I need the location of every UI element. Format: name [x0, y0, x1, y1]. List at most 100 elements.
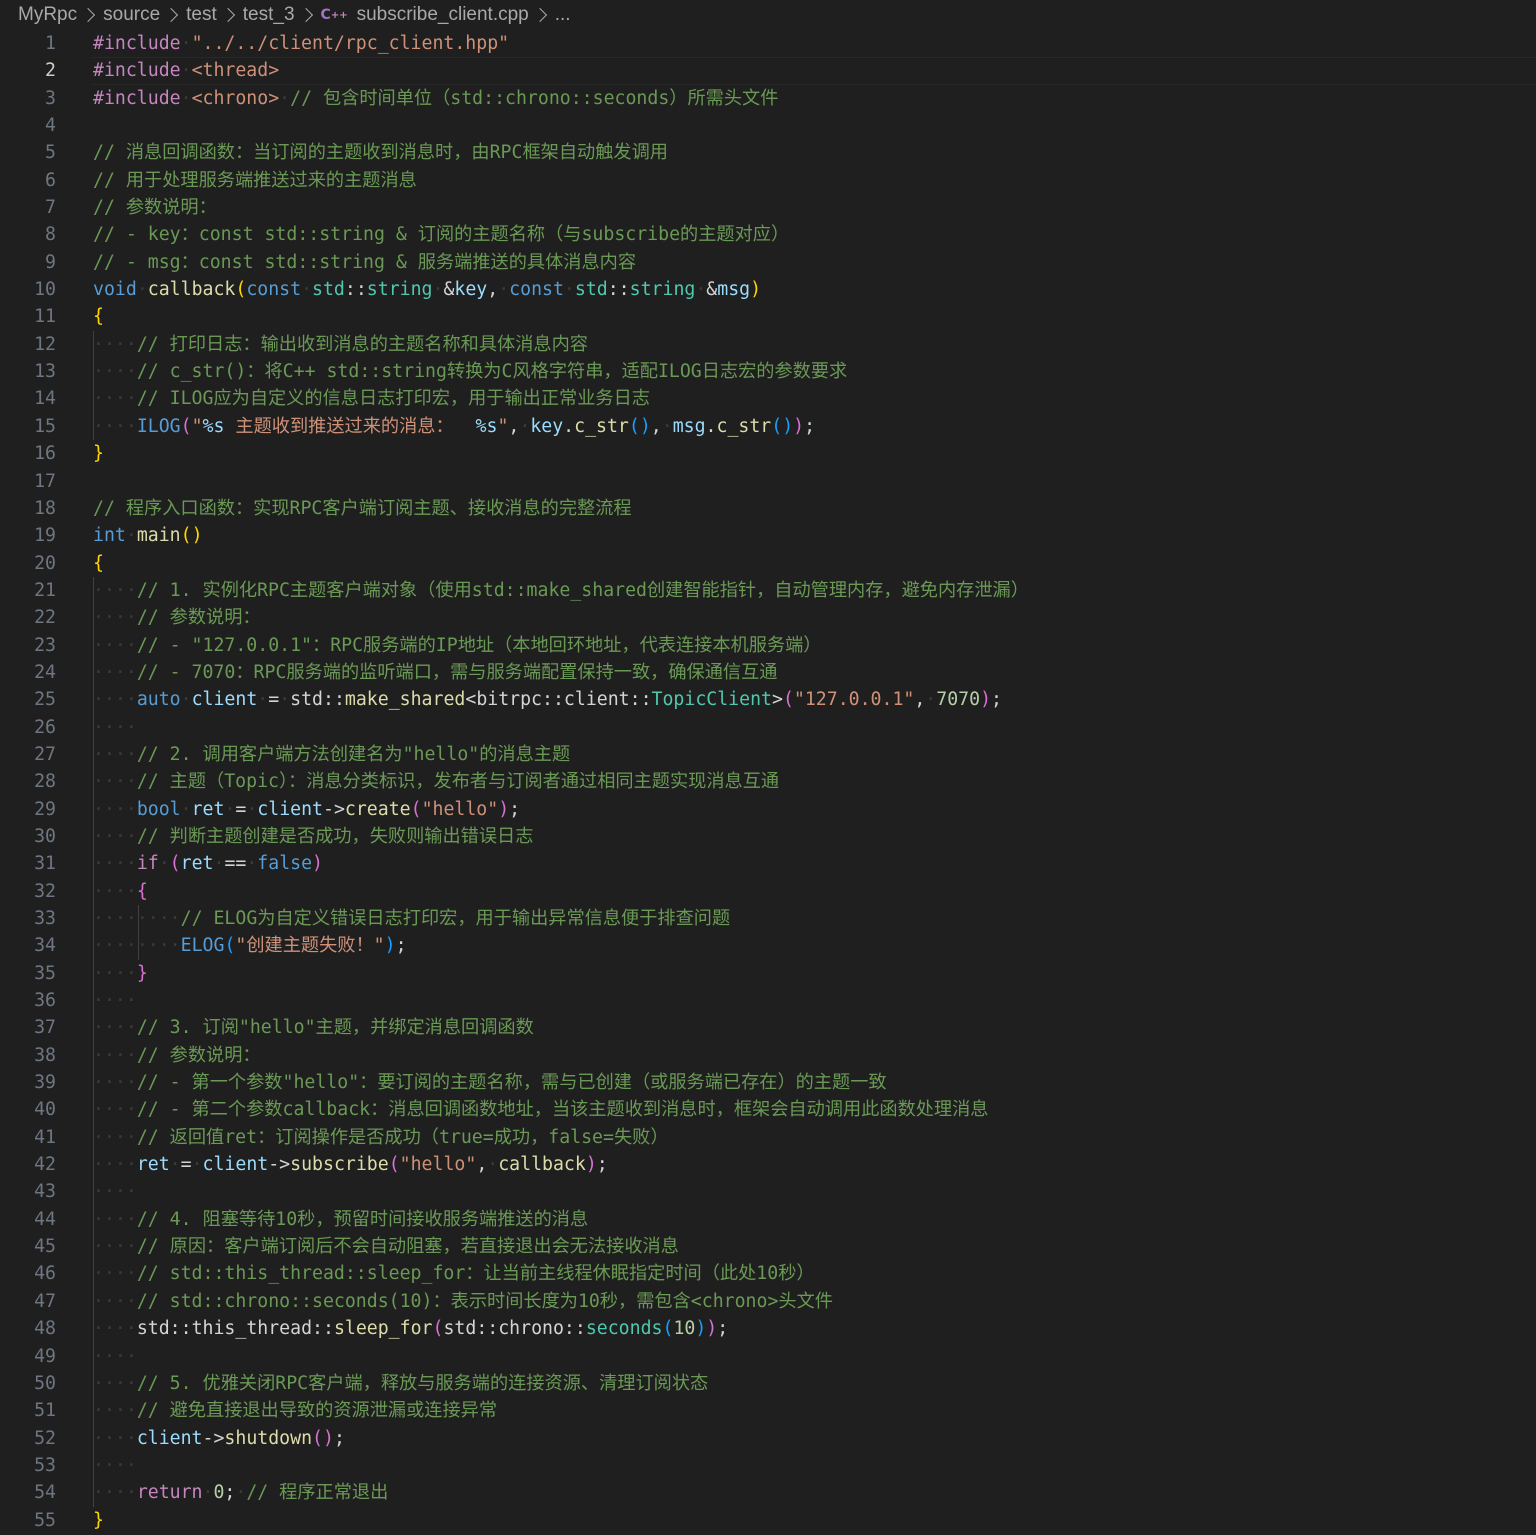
- line-number: 11: [34, 306, 56, 328]
- code-line[interactable]: 14 ····// ILOG应为自定义的信息日志打印宏，用于输出正常业务日志: [0, 385, 1536, 413]
- code-line[interactable]: 37 ····// 3. 订阅"hello"主题，并绑定消息回调函数: [0, 1014, 1536, 1042]
- breadcrumb-item-file[interactable]: subscribe_client.cpp: [357, 4, 529, 26]
- code-line[interactable]: 7 // 参数说明：: [0, 194, 1536, 221]
- code-line[interactable]: 42 ····ret·=·client->subscribe("hello",·c…: [0, 1151, 1536, 1179]
- code-line[interactable]: 6 // 用于处理服务端推送过来的主题消息: [0, 167, 1536, 194]
- code-line[interactable]: 49 ····: [0, 1342, 1536, 1370]
- code-line[interactable]: 2 #include·<thread>: [0, 57, 1536, 86]
- code-line[interactable]: 19 int·main(): [0, 522, 1536, 549]
- code-line[interactable]: 55}: [0, 1507, 1536, 1534]
- code-text: ····}: [93, 960, 148, 987]
- code-line[interactable]: 8 // - key：const std::string & 订阅的主题名称（与s…: [0, 221, 1536, 248]
- code-line[interactable]: 36 ····: [0, 987, 1536, 1015]
- breadcrumb-item-test[interactable]: test: [186, 4, 217, 26]
- token-num: 7070: [936, 689, 981, 711]
- code-line[interactable]: 9 // - msg：const std::string & 服务端推送的具体消息…: [0, 249, 1536, 276]
- code-text: int·main(): [93, 522, 203, 549]
- code-line[interactable]: 22 ····// 参数说明：: [0, 604, 1536, 632]
- code-line[interactable]: 48 ····std::this_thread::sleep_for(std::c…: [0, 1315, 1536, 1343]
- code-text: ····// 打印日志：输出收到消息的主题名称和具体消息内容: [93, 331, 588, 358]
- whitespace-dots: ····: [93, 1400, 137, 1422]
- whitespace-dots: ····: [93, 1044, 137, 1066]
- code-text: ····bool·ret·=·client->create("hello");: [93, 796, 520, 823]
- token-var: client: [202, 1154, 269, 1176]
- code-line[interactable]: 54 ····return·0;·// 程序正常退出: [0, 1479, 1536, 1507]
- code-line[interactable]: 45 ····// 原因：客户端订阅后不会自动阻塞，若直接退出会无法接收消息: [0, 1233, 1536, 1261]
- token-op: ;: [224, 1482, 236, 1504]
- line-number: 13: [34, 361, 56, 383]
- token-cmt: // 避免直接退出导致的资源泄漏或连接异常: [136, 1400, 498, 1422]
- whitespace-dots: ····: [93, 853, 137, 875]
- breadcrumb-item-test-3[interactable]: test_3: [243, 4, 295, 26]
- code-line[interactable]: 10 void·callback(const·std::string·&key,·…: [0, 276, 1536, 303]
- line-number: 23: [34, 634, 56, 656]
- code-line[interactable]: 13 ····// c_str()：将C++ std::string转换为C风格字…: [0, 358, 1536, 386]
- code-line[interactable]: 30 ····// 判断主题创建是否成功，失败则输出错误日志: [0, 822, 1536, 851]
- token-cmt: // std::this_thread::sleep_for：让当前主线程休眠指…: [136, 1263, 815, 1285]
- code-line[interactable]: 4: [0, 112, 1536, 139]
- token-txt: client: [563, 689, 630, 711]
- token-op: ->: [323, 798, 345, 820]
- token-b3: (): [628, 415, 651, 437]
- code-line[interactable]: 28 ····// 主题（Topic）：消息分类标识，发布者与订阅者通过相同主题实…: [0, 768, 1536, 796]
- code-line[interactable]: 29 ····bool·ret·=·client->create("hello")…: [0, 795, 1536, 823]
- code-line[interactable]: 20 {: [0, 550, 1536, 577]
- code-line[interactable]: 16}: [0, 440, 1536, 467]
- line-number: 36: [34, 990, 56, 1012]
- code-line[interactable]: 38 ····// 参数说明：: [0, 1041, 1536, 1070]
- code-line[interactable]: 25 ····auto·client·=·std::make_shared<bit…: [0, 686, 1536, 714]
- token-b1: }: [93, 1509, 104, 1531]
- code-line[interactable]: 50 ····// 5. 优雅关闭RPC客户端，释放与服务端的连接资源、清理订阅状…: [0, 1369, 1536, 1398]
- code-line[interactable]: 17: [0, 468, 1536, 495]
- code-line[interactable]: 35 ····}: [0, 959, 1536, 988]
- code-line[interactable]: 41 ····// 返回值ret：订阅操作是否成功（true=成功，false=失…: [0, 1123, 1536, 1152]
- code-line[interactable]: 33 ········// ELOG为自定义错误日志打印宏，用于输出异常信息便于排…: [0, 905, 1536, 933]
- code-line[interactable]: 27 ····// 2. 调用客户端方法创建名为"hello"的消息主题: [0, 740, 1536, 769]
- whitespace-dots: ····: [93, 935, 137, 957]
- token-b3: ): [384, 935, 396, 957]
- token-b1: (): [180, 525, 203, 547]
- code-line[interactable]: 31 ····if·(ret·==·false): [0, 850, 1536, 878]
- breadcrumb-item-myrpc[interactable]: MyRpc: [18, 4, 77, 26]
- code-line[interactable]: 11 {: [0, 303, 1536, 330]
- code-line[interactable]: 32 ····{: [0, 877, 1536, 905]
- whitespace-dots: ····: [93, 1482, 137, 1504]
- code-line[interactable]: 5 // 消息回调函数：当订阅的主题收到消息时，由RPC框架自动触发调用: [0, 139, 1536, 166]
- code-line[interactable]: 12 ····// 打印日志：输出收到消息的主题名称和具体消息内容: [0, 330, 1536, 359]
- token-str: ": [191, 415, 203, 437]
- line-number: 1: [45, 33, 56, 54]
- code-line[interactable]: 1 #include·"../../client/rpc_client.hpp": [0, 30, 1536, 57]
- code-text: ····client->shutdown();: [93, 1425, 345, 1452]
- code-line[interactable]: 53 ····: [0, 1451, 1536, 1480]
- code-line[interactable]: 24 ····// - 7070：RPC服务端的监听端口，需与服务端配置保持一致，…: [0, 658, 1536, 687]
- code-line[interactable]: 47 ····// std::chrono::seconds(10)：表示时间长度…: [0, 1287, 1536, 1316]
- code-line[interactable]: 46 ····// std::this_thread::sleep_for：让当前…: [0, 1260, 1536, 1288]
- code-line[interactable]: 26 ····: [0, 713, 1536, 741]
- code-line[interactable]: 39 ····// - 第一个参数"hello"：要订阅的主题名称，需与已创建（或…: [0, 1069, 1536, 1097]
- line-number: 18: [34, 497, 56, 519]
- chevron-right-icon: [532, 7, 547, 23]
- code-line[interactable]: 40 ····// - 第二个参数callback：消息回调函数地址，当该主题收到…: [0, 1096, 1536, 1124]
- code-line[interactable]: 51 ····// 避免直接退出导致的资源泄漏或连接异常: [0, 1397, 1536, 1425]
- code-line[interactable]: 15 ····ILOG("%s 主题收到推送过来的消息： %s",·key.c_s…: [0, 412, 1536, 441]
- code-line[interactable]: 44 ····// 4. 阻塞等待10秒，预留时间接收服务端推送的消息: [0, 1205, 1536, 1234]
- line-number: 27: [34, 743, 56, 765]
- token-ws: ·: [563, 279, 575, 301]
- code-editor[interactable]: 1 #include·"../../client/rpc_client.hpp" 2…: [0, 30, 1536, 1535]
- breadcrumb-more[interactable]: ...: [555, 4, 571, 26]
- line-number: 37: [34, 1017, 56, 1039]
- code-line[interactable]: 43 ····: [0, 1178, 1536, 1206]
- token-ws: ·: [213, 853, 225, 875]
- token-type: TopicClient: [651, 689, 772, 711]
- code-line[interactable]: 3 #include·<chrono>·// 包含时间单位（std::chrono…: [0, 85, 1536, 112]
- code-line[interactable]: 21 ····// 1. 实例化RPC主题客户端对象（使用std::make_sh…: [0, 576, 1536, 605]
- line-number: 38: [34, 1044, 56, 1066]
- code-text: void·callback(const·std::string·&key,·co…: [93, 276, 761, 303]
- whitespace-dots: ····: [93, 1427, 137, 1449]
- breadcrumb-item-source[interactable]: source: [103, 4, 160, 26]
- code-line[interactable]: 34 ········ELOG("创建主题失败！");: [0, 932, 1536, 960]
- code-line[interactable]: 52 ····client->shutdown();: [0, 1424, 1536, 1452]
- code-line[interactable]: 18 // 程序入口函数：实现RPC客户端订阅主题、接收消息的完整流程: [0, 495, 1536, 522]
- code-line[interactable]: 23 ····// - "127.0.0.1"：RPC服务端的IP地址（本地回环地…: [0, 631, 1536, 659]
- token-b1: (: [235, 279, 247, 301]
